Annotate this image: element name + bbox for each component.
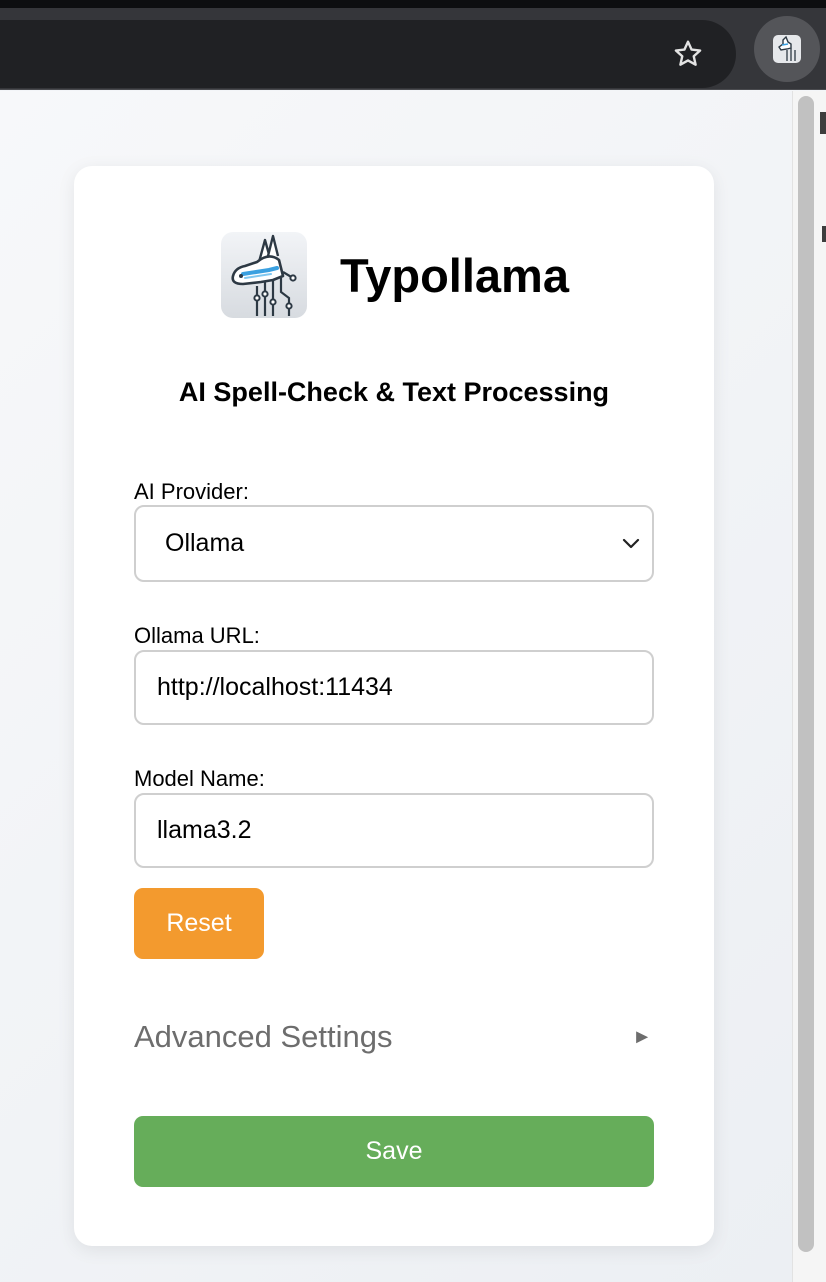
extension-button[interactable] [754,16,820,82]
ollama-url-input[interactable]: http://localhost:11434 [134,650,654,725]
model-name-value: llama3.2 [157,816,252,844]
llama-extension-icon [773,35,801,63]
window-edge-mark [822,226,826,242]
provider-select[interactable]: Ollama [134,505,654,582]
scrollbar-thumb[interactable] [798,96,814,1252]
window-top-strip [0,0,826,8]
model-label: Model Name: [134,766,265,791]
reset-button[interactable]: Reset [134,888,264,959]
bookmark-star-icon[interactable] [664,34,712,74]
advanced-settings-toggle[interactable]: Advanced Settings ► [134,1014,654,1060]
ollama-url-value: http://localhost:11434 [157,673,393,701]
advanced-settings-label: Advanced Settings [134,1019,393,1054]
llama-circuit-logo-icon [221,232,307,318]
expand-arrow-icon: ► [632,1025,652,1048]
url-label: Ollama URL: [134,623,260,648]
window-edge-mark [820,112,826,134]
address-bar[interactable] [0,20,736,88]
chevron-down-icon [622,538,640,549]
provider-label: AI Provider: [134,479,249,504]
save-button[interactable]: Save [134,1116,654,1187]
browser-toolbar [0,8,826,90]
app-subtitle: AI Spell-Check & Text Processing [178,377,610,407]
model-name-input[interactable]: llama3.2 [134,793,654,868]
provider-selected-value: Ollama [165,529,245,557]
app-title: Typollama [340,249,569,302]
